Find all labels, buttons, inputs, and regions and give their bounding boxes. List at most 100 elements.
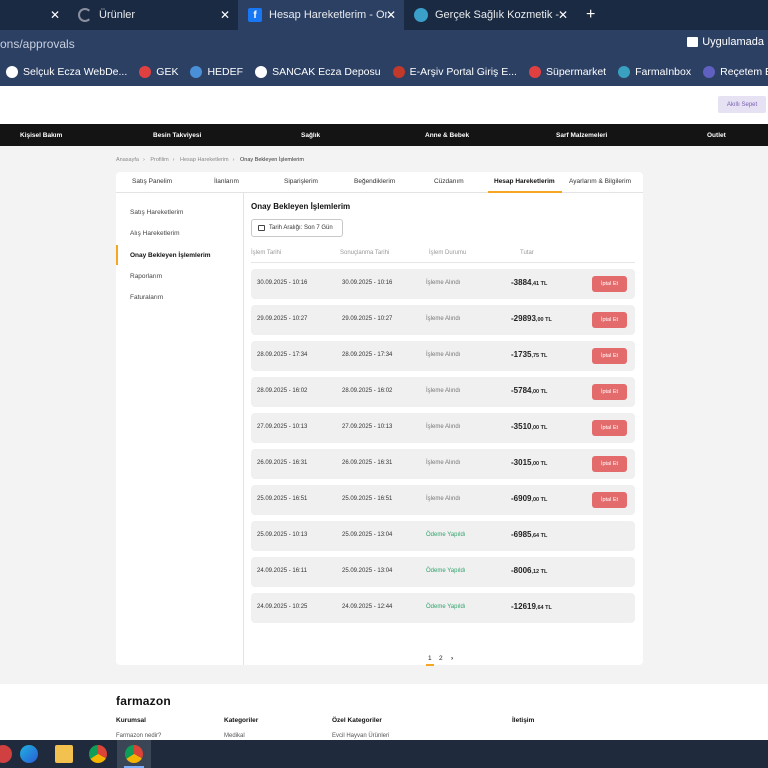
farmazon-logo[interactable]: farmazon <box>116 694 171 708</box>
bookmark-item[interactable]: HEDEF <box>184 66 249 78</box>
transaction-date: 28.09.2025 - 17:34 <box>257 352 308 358</box>
browser-tab-gercek-saglik[interactable]: Gerçek Sağlık Kozmetik - Anasa ✕ <box>404 0 576 30</box>
transaction-date: 29.09.2025 - 10:27 <box>257 316 308 322</box>
status-badge: İşleme Alındı <box>426 280 461 286</box>
breadcrumb-link[interactable]: Hesap Hareketlerim <box>180 157 229 163</box>
browser-tab-blank[interactable]: ✕ <box>0 0 68 30</box>
amount-value: -1735,75 TL <box>511 350 547 359</box>
bookmark-item[interactable]: FarmaInbox <box>612 66 697 78</box>
result-date: 27.09.2025 - 10:13 <box>342 424 393 430</box>
status-badge: İşleme Alındı <box>426 496 461 502</box>
bookmark-item[interactable]: Süpermarket <box>523 66 612 78</box>
loading-icon <box>78 8 92 22</box>
cancel-button[interactable]: İptal Et <box>592 276 627 292</box>
page-1-link[interactable]: 1 <box>428 655 432 662</box>
category-link[interactable]: Besin Takviyesi <box>153 132 201 139</box>
breadcrumb-link[interactable]: Anasayfa <box>116 157 139 163</box>
bookmark-item[interactable]: E-Arşiv Portal Giriş E... <box>387 66 523 78</box>
close-tab-icon[interactable]: ✕ <box>50 8 60 22</box>
smart-cart-button[interactable]: Akıllı Sepet <box>718 96 766 113</box>
status-badge: İşleme Alındı <box>426 316 461 322</box>
category-link[interactable]: Anne & Bebek <box>425 132 469 139</box>
amount-decimal: ,12 TL <box>531 569 548 575</box>
bookmark-favicon-icon <box>139 66 152 78</box>
edge-icon[interactable] <box>20 745 38 763</box>
bookmark-favicon-icon <box>255 66 268 78</box>
bookmark-favicon-icon <box>618 66 631 78</box>
sidebar: Satış Hareketlerim Alış Hareketlerim Ona… <box>116 193 244 665</box>
app-icon[interactable] <box>0 745 12 763</box>
browser-tab-urunler[interactable]: Ürünler ✕ <box>68 0 238 30</box>
account-panel: Satış Panelim İlanlarım Siparişlerim Beğ… <box>116 172 643 666</box>
close-tab-icon[interactable]: ✕ <box>220 8 230 22</box>
sidebar-item-raporlarim[interactable]: Raporlarım <box>130 273 162 280</box>
sidebar-item-faturalarim[interactable]: Faturalarım <box>130 294 163 301</box>
cancel-button[interactable]: İptal Et <box>592 348 627 364</box>
category-link[interactable]: Outlet <box>707 132 726 139</box>
header-divider <box>251 262 635 263</box>
browser-tab-hesap-hareketlerim[interactable]: f Hesap Hareketlerim - Onay Bekle ✕ <box>238 0 404 30</box>
amount-decimal: ,00 TL <box>531 497 548 503</box>
cancel-button[interactable]: İptal Et <box>592 456 627 472</box>
bookmarks-bar: Selçuk Ecza WebDe... GEK HEDEF SANCAK Ecza … <box>0 58 768 86</box>
tab-ilanlarim[interactable]: İlanlarım <box>214 178 239 185</box>
footer-heading: Kategoriler <box>224 717 259 724</box>
cancel-button[interactable]: İptal Et <box>592 312 627 328</box>
status-badge: İşleme Alındı <box>426 424 461 430</box>
page-2-link[interactable]: 2 <box>439 655 443 662</box>
date-range-button[interactable]: Tarih Aralığı: Son 7 Gün <box>251 219 343 237</box>
os-taskbar <box>0 740 768 768</box>
transaction-row: 27.09.2025 - 10:13 27.09.2025 - 10:13 İşle… <box>251 413 635 443</box>
category-link[interactable]: Kişisel Bakım <box>20 132 62 139</box>
bookmark-item[interactable]: Reçetem Bilgi Sistemi <box>697 66 768 78</box>
browser-tab-strip: ✕ Ürünler ✕ f Hesap Hareketlerim - Onay … <box>0 0 768 30</box>
result-date: 28.09.2025 - 16:02 <box>342 388 393 394</box>
url-field[interactable]: ons/approvals <box>0 37 75 51</box>
cancel-button[interactable]: İptal Et <box>592 492 627 508</box>
footer-link[interactable]: Evcil Hayvan Ürünleri <box>332 733 389 739</box>
footer-link[interactable]: Medikal <box>224 733 245 739</box>
breadcrumb-link[interactable]: Profilim <box>150 157 168 163</box>
bookmark-item[interactable]: GEK <box>133 66 184 78</box>
amount-value: -29893,00 TL <box>511 314 552 323</box>
tab-hesap-hareketlerim[interactable]: Hesap Hareketlerim <box>494 178 555 185</box>
transaction-date: 27.09.2025 - 10:13 <box>257 424 308 430</box>
tab-title: Gerçek Sağlık Kozmetik - Anasa <box>435 9 559 21</box>
transaction-date: 25.09.2025 - 10:13 <box>257 532 308 538</box>
bookmark-item[interactable]: SANCAK Ecza Deposu <box>249 66 387 78</box>
sidebar-item-satis-hareketlerim[interactable]: Satış Hareketlerim <box>130 209 183 216</box>
column-header: Sonuçlanma Tarihi <box>340 250 390 256</box>
amount-value: -3884,41 TL <box>511 278 547 287</box>
category-link[interactable]: Sarf Malzemeleri <box>556 132 607 139</box>
bookmark-item[interactable]: Selçuk Ecza WebDe... <box>0 66 133 78</box>
bookmark-label: Süpermarket <box>545 66 607 78</box>
cancel-button[interactable]: İptal Et <box>592 384 627 400</box>
close-tab-icon[interactable]: ✕ <box>386 8 396 22</box>
site-header: Akıllı Sepet <box>0 86 768 124</box>
footer-link[interactable]: Farmazon nedir? <box>116 733 161 739</box>
next-page-icon[interactable]: › <box>451 655 453 662</box>
breadcrumb: Anasayfa › Profilim › Hesap Hareketlerim › … <box>116 157 304 163</box>
sidebar-item-alis-hareketlerim[interactable]: Alış Hareketlerim <box>130 230 179 237</box>
sidebar-item-onay-bekleyen[interactable]: Onay Bekleyen İşlemlerim <box>130 252 211 259</box>
transaction-date: 26.09.2025 - 16:31 <box>257 460 308 466</box>
new-tab-button[interactable]: + <box>576 0 605 30</box>
category-link[interactable]: Sağlık <box>301 132 320 139</box>
chrome-icon-active[interactable] <box>125 745 143 763</box>
tab-siparislerim[interactable]: Siparişlerim <box>284 178 318 185</box>
close-tab-icon[interactable]: ✕ <box>558 8 568 22</box>
apps-button[interactable]: Uygulamada <box>687 36 764 48</box>
tab-satis-panelim[interactable]: Satış Panelim <box>132 178 172 185</box>
date-range-label: Tarih Aralığı: Son 7 Gün <box>269 225 333 231</box>
profile-tabs: Satış Panelim İlanlarım Siparişlerim Beğ… <box>116 172 643 193</box>
transaction-date: 24.09.2025 - 10:25 <box>257 604 308 610</box>
file-explorer-icon[interactable] <box>55 745 73 763</box>
chrome-icon[interactable] <box>89 745 107 763</box>
bookmark-label: HEDEF <box>207 66 244 78</box>
tab-begendiklerim[interactable]: Beğendiklerim <box>354 178 395 185</box>
tab-ayarlarim[interactable]: Ayarlarım & Bilgilerim <box>569 178 631 185</box>
cancel-button[interactable]: İptal Et <box>592 420 627 436</box>
tab-cuzdanim[interactable]: Cüzdanım <box>434 178 464 185</box>
transactions-content: Onay Bekleyen İşlemlerim Tarih Aralığı: … <box>250 193 640 666</box>
result-date: 25.09.2025 - 16:51 <box>342 496 393 502</box>
